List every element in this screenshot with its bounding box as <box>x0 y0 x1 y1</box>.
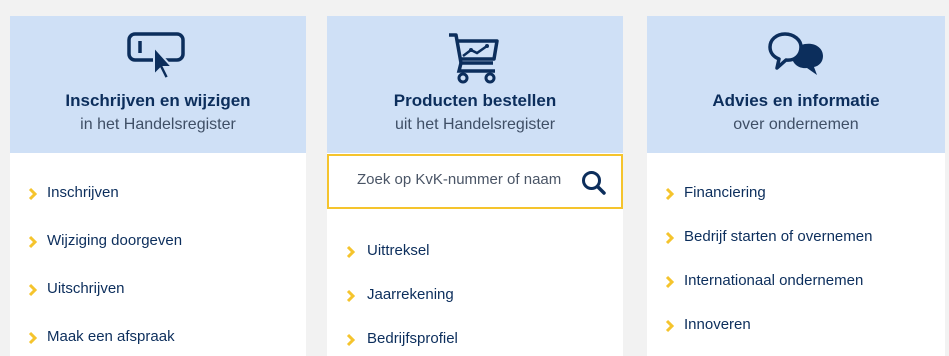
link-jaarrekening[interactable]: Jaarrekening <box>367 286 454 303</box>
link-bedrijfsprofiel[interactable]: Bedrijfsprofiel <box>367 330 458 347</box>
chevron-right-icon <box>665 275 675 289</box>
card-header[interactable]: Producten bestellen uit het Handelsregis… <box>327 16 623 153</box>
card-inschrijven: Inschrijven en wijzigen in het Handelsre… <box>10 16 306 356</box>
chevron-right-icon <box>346 245 356 259</box>
card-header[interactable]: Advies en informatie over ondernemen <box>647 16 945 153</box>
list-item[interactable]: Inschrijven <box>10 184 306 206</box>
chat-bubbles-icon <box>767 31 825 82</box>
card-subtitle: over ondernemen <box>733 116 859 133</box>
card-advies: Advies en informatie over ondernemen Fin… <box>647 16 945 356</box>
chevron-right-icon <box>28 235 38 249</box>
list-item[interactable]: Bedrijf starten of overnemen <box>647 228 945 250</box>
list-item[interactable]: Innoveren <box>647 316 945 338</box>
search-icon <box>582 171 606 195</box>
list-item[interactable]: Bedrijfsprofiel <box>327 330 623 352</box>
list-item[interactable]: Maak een afspraak <box>10 328 306 350</box>
chevron-right-icon <box>28 283 38 297</box>
chevron-right-icon <box>665 231 675 245</box>
link-afspraak[interactable]: Maak een afspraak <box>47 328 175 345</box>
link-financiering[interactable]: Financiering <box>684 184 766 201</box>
list-item[interactable]: Internationaal ondernemen <box>647 272 945 294</box>
link-internationaal[interactable]: Internationaal ondernemen <box>684 272 863 289</box>
card-subtitle: in het Handelsregister <box>80 116 236 133</box>
chevron-right-icon <box>346 333 356 347</box>
chevron-right-icon <box>28 187 38 201</box>
link-innoveren[interactable]: Innoveren <box>684 316 751 333</box>
link-uitschrijven[interactable]: Uitschrijven <box>47 280 125 297</box>
link-bedrijf-starten[interactable]: Bedrijf starten of overnemen <box>684 228 872 245</box>
link-inschrijven[interactable]: Inschrijven <box>47 184 119 201</box>
card-title: Producten bestellen <box>393 91 557 110</box>
card-header[interactable]: Inschrijven en wijzigen in het Handelsre… <box>10 16 306 153</box>
list-item[interactable]: Jaarrekening <box>327 286 623 308</box>
card-producten: Producten bestellen uit het Handelsregis… <box>327 16 623 356</box>
link-wijziging[interactable]: Wijziging doorgeven <box>47 232 182 249</box>
card-subtitle: uit het Handelsregister <box>394 116 556 133</box>
chevron-right-icon <box>346 289 356 303</box>
list-item[interactable]: Uittreksel <box>327 242 623 264</box>
link-uittreksel[interactable]: Uittreksel <box>367 242 430 259</box>
card-title: Advies en informatie <box>712 91 880 110</box>
search-box <box>327 154 623 209</box>
shopping-cart-icon <box>447 31 503 90</box>
search-button[interactable] <box>581 170 607 196</box>
search-input[interactable] <box>357 171 577 188</box>
chevron-right-icon <box>665 319 675 333</box>
list-item[interactable]: Uitschrijven <box>10 280 306 302</box>
chevron-right-icon <box>665 187 675 201</box>
list-item[interactable]: Financiering <box>647 184 945 206</box>
card-title: Inschrijven en wijzigen <box>65 91 251 110</box>
list-item[interactable]: Wijziging doorgeven <box>10 232 306 254</box>
chevron-right-icon <box>28 331 38 345</box>
cursor-click-icon <box>127 31 189 86</box>
